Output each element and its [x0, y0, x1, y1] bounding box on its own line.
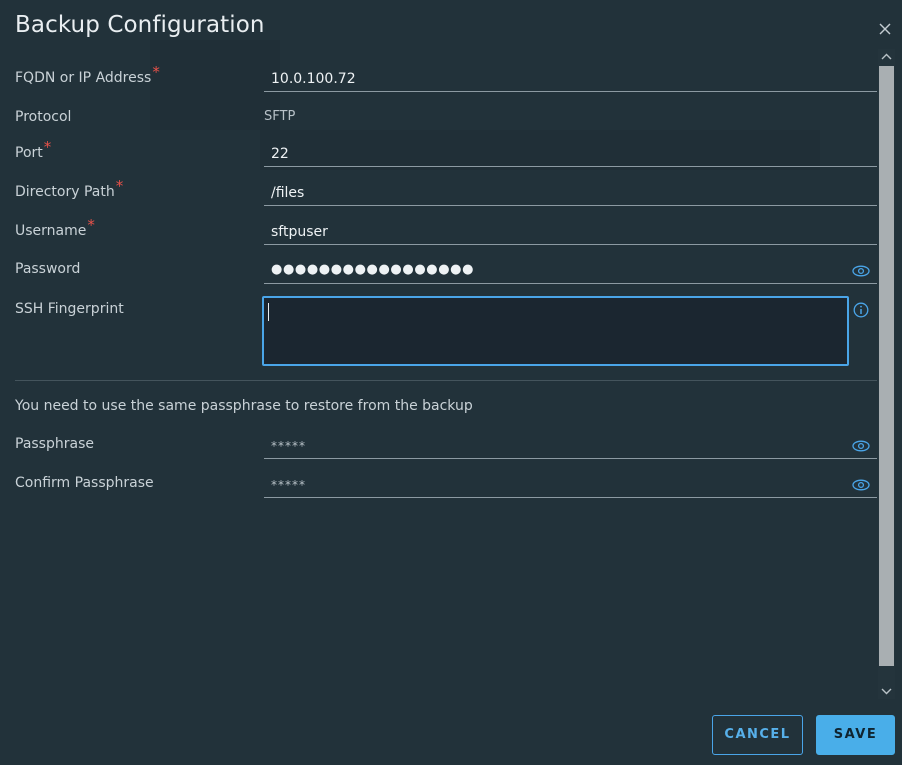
passphrase-note: You need to use the same passphrase to r…	[15, 398, 473, 414]
username-label-text: Username	[15, 223, 87, 239]
passphrase-input[interactable]: *****	[264, 433, 877, 459]
directory-path-label: Directory Path*	[15, 177, 123, 200]
passphrase-value: *****	[271, 439, 306, 453]
required-marker: *	[87, 216, 95, 234]
fqdn-label: FQDN or IP Address*	[15, 63, 160, 86]
close-icon	[879, 23, 891, 35]
port-value: 22	[271, 146, 289, 162]
password-input[interactable]: ●●●●●●●●●●●●●●●●●	[264, 258, 877, 284]
password-value: ●●●●●●●●●●●●●●●●●	[271, 262, 475, 277]
username-label: Username*	[15, 216, 95, 239]
confirm-passphrase-input[interactable]: *****	[264, 472, 877, 498]
fqdn-label-text: FQDN or IP Address	[15, 70, 152, 86]
directory-path-input[interactable]: /files	[264, 180, 877, 206]
username-value: sftpuser	[271, 224, 328, 240]
port-input[interactable]: 22	[264, 141, 877, 167]
eye-icon[interactable]	[852, 479, 870, 491]
password-label: Password	[15, 261, 81, 277]
required-marker: *	[152, 63, 160, 81]
port-label: Port*	[15, 138, 51, 161]
dialog-title: Backup Configuration	[15, 12, 265, 38]
vertical-scrollbar[interactable]	[878, 49, 895, 699]
info-icon[interactable]	[853, 302, 869, 318]
username-input[interactable]: sftpuser	[264, 219, 877, 245]
eye-icon[interactable]	[852, 440, 870, 452]
eye-icon[interactable]	[852, 265, 870, 277]
port-label-text: Port	[15, 145, 43, 161]
chevron-down-icon[interactable]	[878, 683, 895, 699]
chevron-up-icon[interactable]	[878, 49, 895, 65]
protocol-value: SFTP	[264, 109, 296, 124]
section-divider	[15, 380, 877, 381]
backup-configuration-dialog: Backup Configuration FQDN or IP Address*…	[0, 0, 902, 765]
confirm-passphrase-label: Confirm Passphrase	[15, 475, 154, 491]
ssh-fingerprint-textarea[interactable]	[262, 296, 849, 366]
text-caret	[268, 303, 269, 321]
directory-path-value: /files	[271, 185, 305, 201]
close-button[interactable]	[876, 20, 894, 38]
required-marker: *	[43, 138, 52, 156]
background-shade	[150, 40, 280, 130]
fqdn-value: 10.0.100.72	[271, 71, 356, 87]
confirm-passphrase-value: *****	[271, 478, 306, 492]
fqdn-input[interactable]: 10.0.100.72	[264, 66, 877, 92]
required-marker: *	[115, 177, 124, 195]
protocol-label: Protocol	[15, 109, 72, 125]
passphrase-label: Passphrase	[15, 436, 94, 452]
save-button[interactable]: SAVE	[816, 715, 895, 755]
ssh-fingerprint-label: SSH Fingerprint	[15, 301, 124, 317]
cancel-button[interactable]: CANCEL	[712, 715, 803, 755]
directory-path-label-text: Directory Path	[15, 184, 115, 200]
scrollbar-thumb[interactable]	[879, 66, 894, 666]
